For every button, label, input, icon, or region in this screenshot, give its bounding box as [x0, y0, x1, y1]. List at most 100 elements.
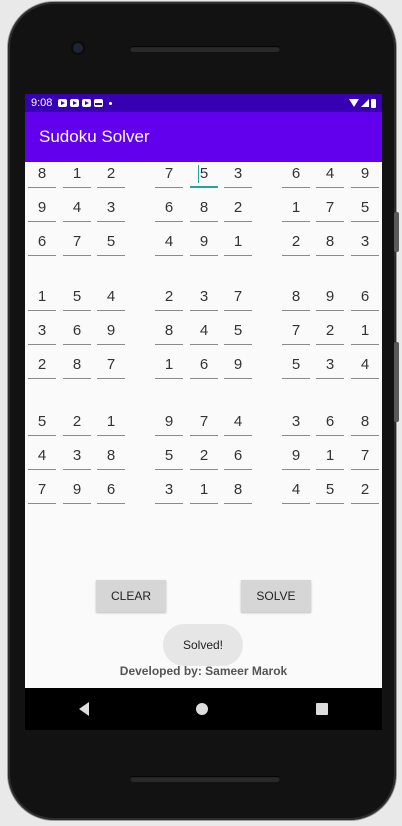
sudoku-cell[interactable]: 5: [282, 353, 310, 379]
app-title: Sudoku Solver: [39, 127, 150, 146]
sudoku-cell[interactable]: 7: [316, 196, 344, 222]
signal-icon: [361, 99, 369, 107]
sudoku-cell[interactable]: 3: [224, 162, 252, 188]
sudoku-cell[interactable]: 8: [28, 162, 56, 188]
sudoku-cell[interactable]: 1: [351, 319, 379, 345]
sudoku-cell[interactable]: 6: [351, 285, 379, 311]
sudoku-cell[interactable]: 7: [155, 162, 183, 188]
sudoku-cell[interactable]: 6: [282, 162, 310, 188]
sudoku-cell[interactable]: 6: [316, 410, 344, 436]
sudoku-cell[interactable]: 9: [351, 162, 379, 188]
sudoku-cell[interactable]: 2: [190, 444, 218, 470]
sudoku-cell[interactable]: 6: [63, 319, 91, 345]
sudoku-cell[interactable]: 1: [224, 230, 252, 256]
sudoku-cell[interactable]: 5: [316, 478, 344, 504]
solve-button[interactable]: SOLVE: [241, 580, 311, 612]
home-icon[interactable]: [196, 703, 209, 715]
sudoku-cell[interactable]: 1: [316, 444, 344, 470]
sudoku-cell[interactable]: 5: [63, 285, 91, 311]
sudoku-cell[interactable]: 1: [155, 353, 183, 379]
sudoku-cell[interactable]: 7: [190, 410, 218, 436]
power-button: [394, 342, 399, 422]
status-time: 9:08: [31, 97, 53, 109]
sudoku-cell[interactable]: 3: [155, 478, 183, 504]
sudoku-cell[interactable]: 3: [316, 353, 344, 379]
sudoku-cell[interactable]: 6: [97, 478, 125, 504]
sudoku-cell[interactable]: 2: [224, 196, 252, 222]
sudoku-cell[interactable]: 8: [282, 285, 310, 311]
navigation-bar: [25, 688, 382, 730]
sudoku-cell[interactable]: 1: [190, 478, 218, 504]
sudoku-cell[interactable]: 6: [28, 230, 56, 256]
sudoku-cell[interactable]: 1: [28, 285, 56, 311]
sudoku-cell[interactable]: 5: [224, 319, 252, 345]
sudoku-cell[interactable]: 3: [351, 230, 379, 256]
sudoku-cell[interactable]: 5: [97, 230, 125, 256]
sudoku-cell[interactable]: 8: [155, 319, 183, 345]
sudoku-cell[interactable]: 5: [155, 444, 183, 470]
sudoku-cell[interactable]: 4: [63, 196, 91, 222]
sudoku-cell[interactable]: 3: [97, 196, 125, 222]
sudoku-cell[interactable]: 6: [224, 444, 252, 470]
sudoku-cell[interactable]: 7: [351, 444, 379, 470]
sudoku-cell[interactable]: 5: [190, 162, 218, 188]
sudoku-cell[interactable]: 4: [190, 319, 218, 345]
sudoku-cell[interactable]: 1: [63, 162, 91, 188]
sudoku-cell[interactable]: 8: [224, 478, 252, 504]
sudoku-cell[interactable]: 4: [224, 410, 252, 436]
sudoku-cell[interactable]: 9: [316, 285, 344, 311]
toast-message: Solved!: [163, 624, 243, 666]
sudoku-cell[interactable]: 9: [224, 353, 252, 379]
sudoku-cell[interactable]: 1: [97, 410, 125, 436]
sudoku-cell[interactable]: 8: [190, 196, 218, 222]
earpiece-speaker: [130, 46, 280, 52]
sudoku-cell[interactable]: 9: [28, 196, 56, 222]
battery-icon: [371, 98, 376, 108]
sudoku-cell[interactable]: 5: [28, 410, 56, 436]
sudoku-cell[interactable]: 7: [28, 478, 56, 504]
app-bar: Sudoku Solver: [25, 112, 382, 162]
sudoku-cell[interactable]: 8: [316, 230, 344, 256]
sudoku-cell[interactable]: 9: [97, 319, 125, 345]
sudoku-cell[interactable]: 8: [63, 353, 91, 379]
sudoku-cell[interactable]: 2: [282, 230, 310, 256]
youtube-notification-icon: [58, 99, 68, 107]
sudoku-cell[interactable]: 4: [155, 230, 183, 256]
sudoku-cell[interactable]: 6: [190, 353, 218, 379]
sudoku-cell[interactable]: 5: [351, 196, 379, 222]
sudoku-cell[interactable]: 9: [63, 478, 91, 504]
more-notifications-icon: [109, 101, 113, 105]
sudoku-cell[interactable]: 4: [316, 162, 344, 188]
sudoku-cell[interactable]: 3: [28, 319, 56, 345]
sudoku-cell[interactable]: 2: [28, 353, 56, 379]
sudoku-cell[interactable]: 4: [97, 285, 125, 311]
image-notification-icon: [94, 99, 104, 107]
sudoku-cell[interactable]: 1: [282, 196, 310, 222]
sudoku-cell[interactable]: 7: [63, 230, 91, 256]
status-bar: 9:08: [25, 94, 382, 112]
sudoku-cell[interactable]: 7: [282, 319, 310, 345]
sudoku-cell[interactable]: 2: [351, 478, 379, 504]
sudoku-cell[interactable]: 2: [63, 410, 91, 436]
sudoku-cell[interactable]: 2: [97, 162, 125, 188]
sudoku-cell[interactable]: 2: [316, 319, 344, 345]
sudoku-cell[interactable]: 8: [97, 444, 125, 470]
sudoku-cell[interactable]: 9: [282, 444, 310, 470]
sudoku-cell[interactable]: 3: [282, 410, 310, 436]
sudoku-cell[interactable]: 6: [155, 196, 183, 222]
sudoku-cell[interactable]: 9: [155, 410, 183, 436]
sudoku-cell[interactable]: 7: [224, 285, 252, 311]
sudoku-cell[interactable]: 8: [351, 410, 379, 436]
sudoku-cell[interactable]: 9: [190, 230, 218, 256]
sudoku-cell[interactable]: 4: [282, 478, 310, 504]
back-icon[interactable]: [78, 702, 89, 716]
sudoku-cell[interactable]: 3: [63, 444, 91, 470]
bottom-speaker: [130, 776, 280, 782]
sudoku-cell[interactable]: 2: [155, 285, 183, 311]
clear-button[interactable]: CLEAR: [96, 580, 166, 612]
sudoku-cell[interactable]: 7: [97, 353, 125, 379]
recents-icon[interactable]: [316, 703, 329, 715]
sudoku-cell[interactable]: 4: [28, 444, 56, 470]
sudoku-cell[interactable]: 3: [190, 285, 218, 311]
sudoku-cell[interactable]: 4: [351, 353, 379, 379]
